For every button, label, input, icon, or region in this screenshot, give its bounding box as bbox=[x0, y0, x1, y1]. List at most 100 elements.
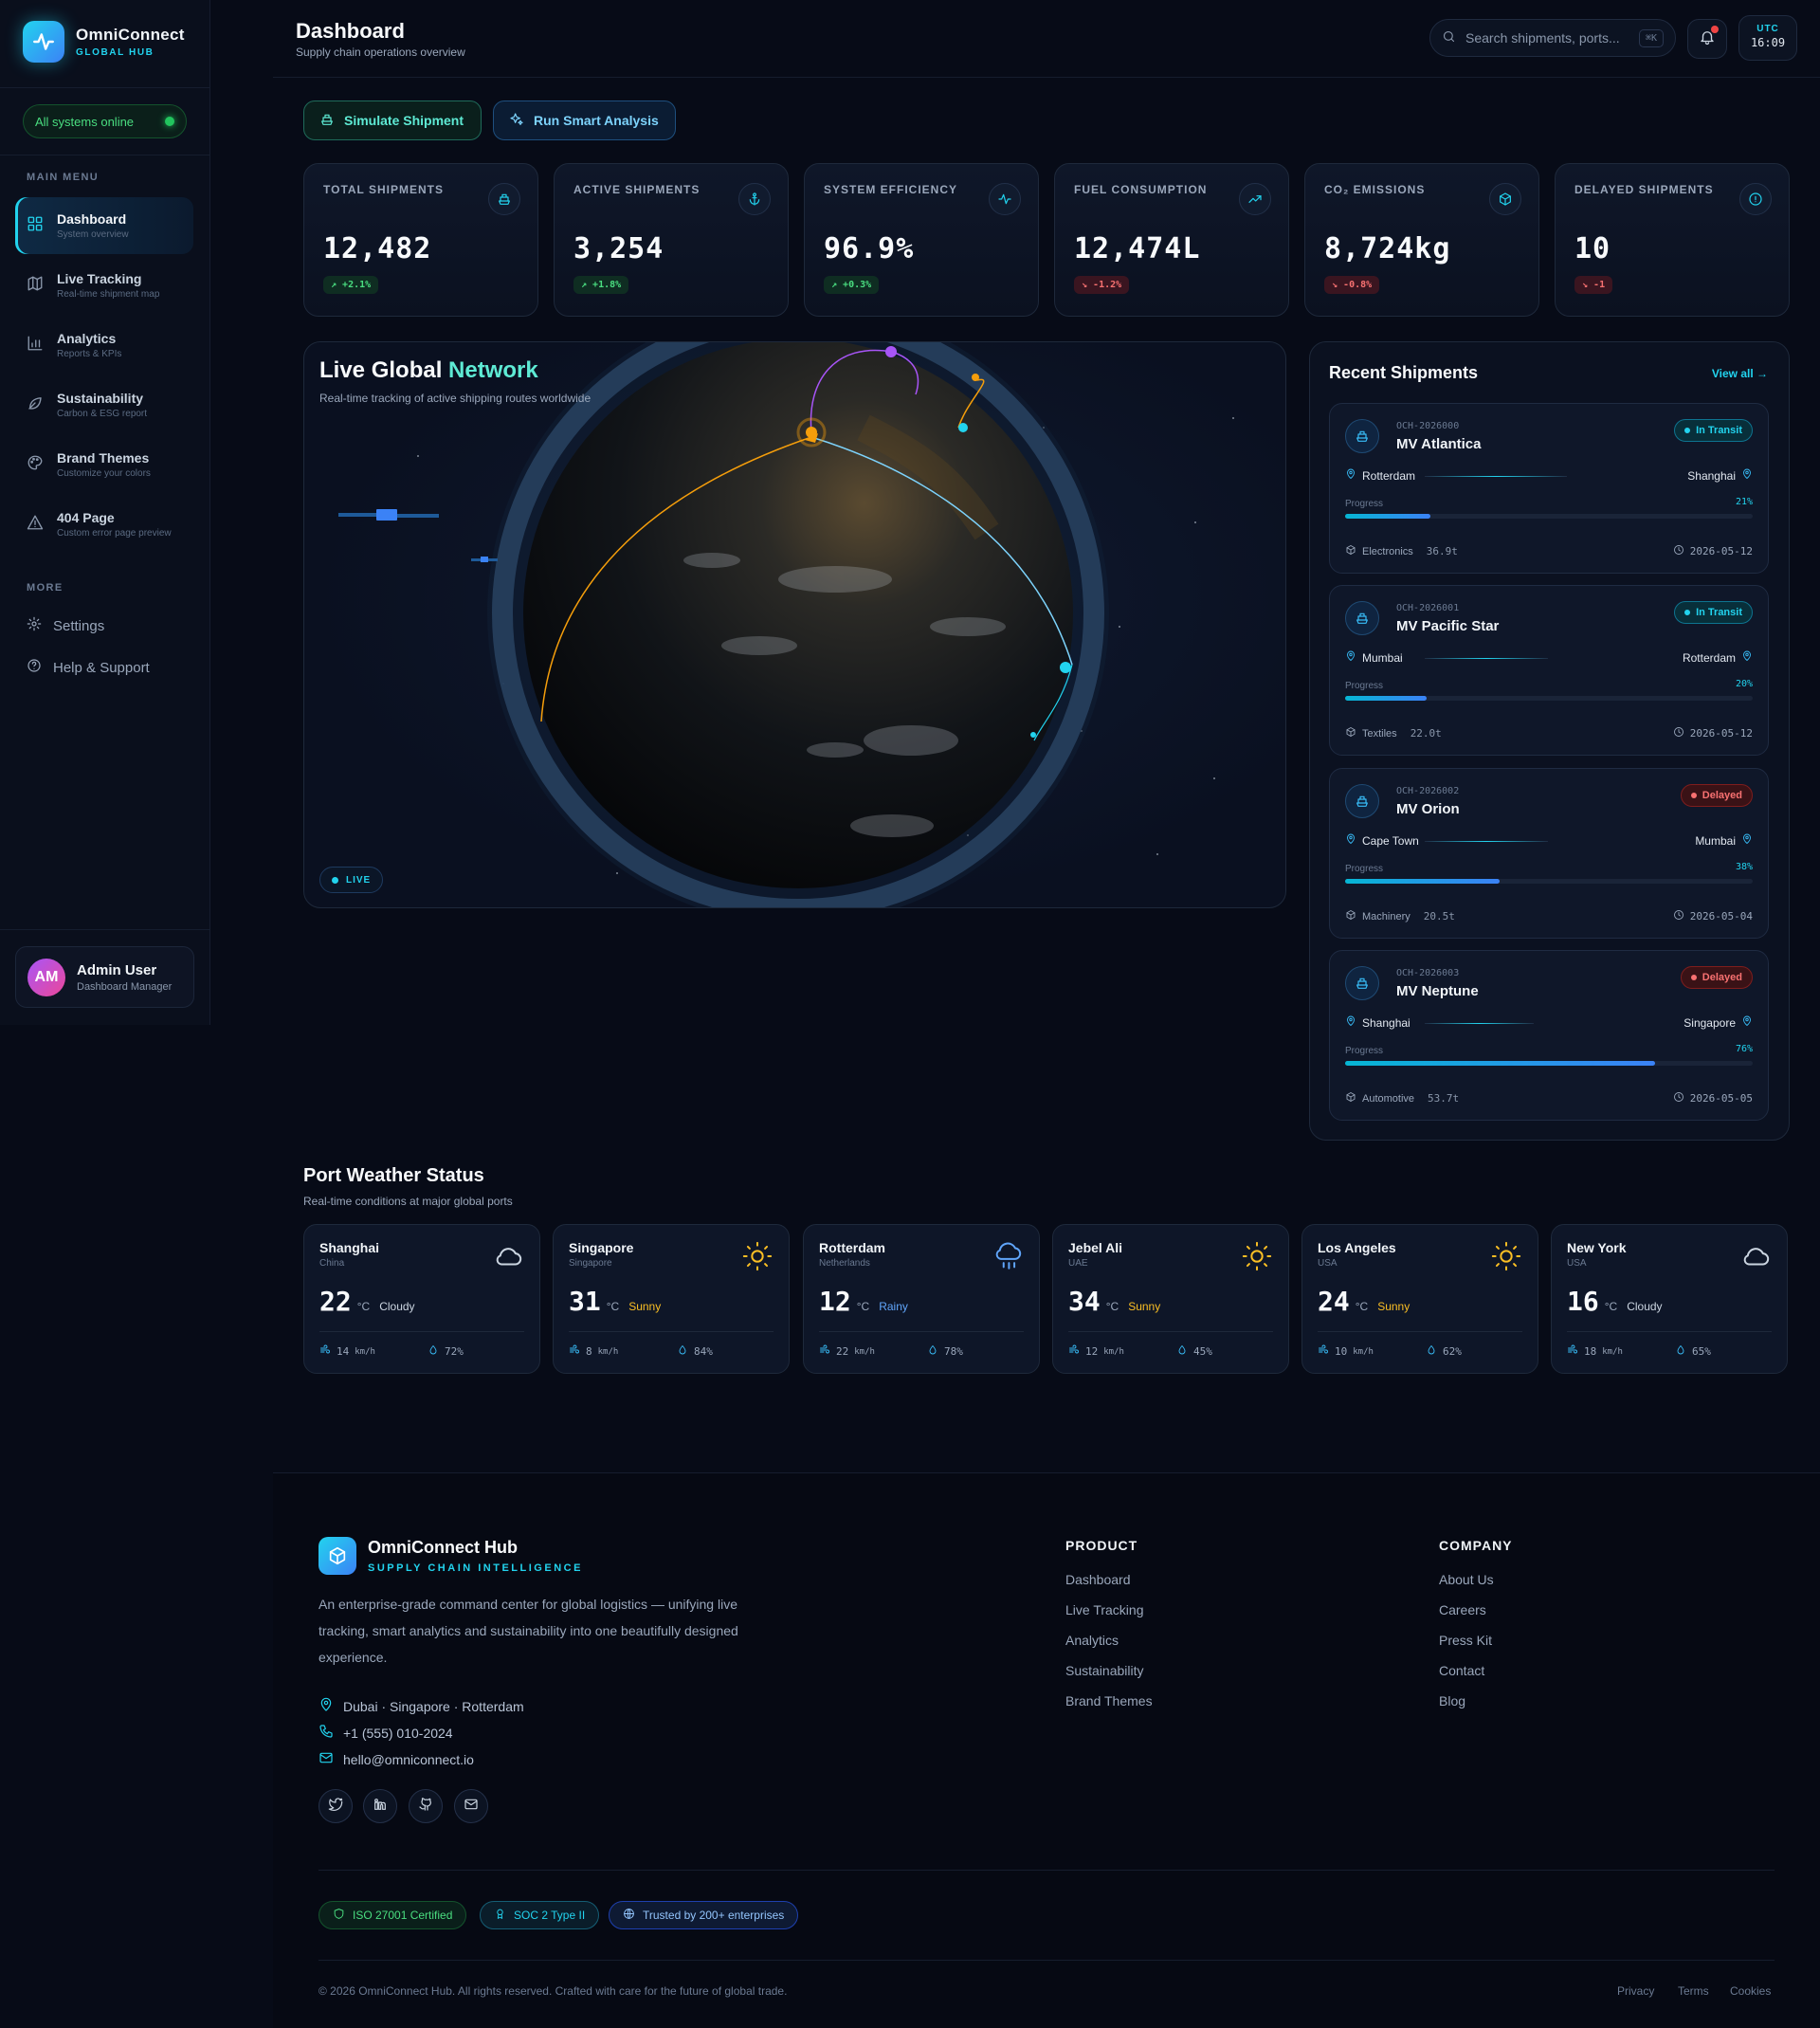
weather-card: Rotterdam Netherlands 12 °C Rainy 22 km/h 78% bbox=[803, 1224, 1040, 1374]
mail-button[interactable] bbox=[454, 1789, 488, 1823]
divider bbox=[0, 87, 209, 88]
sidebar-item-sustainability[interactable]: Sustainability Carbon & ESG report bbox=[15, 376, 193, 433]
progress-label: Progress bbox=[1345, 499, 1384, 509]
footer-email[interactable]: hello@omniconnect.io bbox=[318, 1750, 474, 1768]
sidebar-item-404-page[interactable]: 404 Page Custom error page preview bbox=[15, 496, 193, 553]
terms-link[interactable]: Terms bbox=[1678, 1984, 1709, 1998]
progress-fill bbox=[1345, 879, 1501, 884]
progress-value: 21% bbox=[1735, 497, 1753, 507]
temperature-value: 24 bbox=[1318, 1286, 1350, 1317]
twitter-button[interactable] bbox=[318, 1789, 353, 1823]
eta-info: 2026-05-05 bbox=[1673, 1091, 1753, 1105]
badge-text: SOC 2 Type II bbox=[514, 1909, 586, 1922]
map-pin-icon bbox=[1345, 468, 1356, 483]
live-dot bbox=[332, 876, 338, 884]
footer-company-link[interactable]: About Us bbox=[1439, 1572, 1494, 1587]
map-pin-icon bbox=[318, 1697, 334, 1715]
activity-icon bbox=[989, 183, 1021, 215]
weather-card: Jebel Ali UAE 34 °C Sunny 12 km/h 45% bbox=[1052, 1224, 1289, 1374]
footer-product-link[interactable]: Live Tracking bbox=[1065, 1602, 1143, 1617]
humidity: 65% bbox=[1675, 1344, 1711, 1359]
divider bbox=[0, 929, 209, 930]
footer-company-link[interactable]: Careers bbox=[1439, 1602, 1486, 1617]
cargo-info: Textiles 22.0t bbox=[1345, 726, 1442, 740]
panel-subtitle: Real-time tracking of active shipping ro… bbox=[319, 392, 592, 405]
destination-text: Singapore bbox=[1684, 1015, 1736, 1030]
soc2-badge: SOC 2 Type II bbox=[480, 1901, 600, 1929]
wind-value: 14 bbox=[337, 1345, 350, 1358]
kpi-delta-value: +1.8% bbox=[592, 280, 622, 290]
shipment-id: OCH-2026000 bbox=[1396, 421, 1460, 431]
shipment-card[interactable]: OCH-2026003 MV Neptune Delayed Shanghai Sing… bbox=[1329, 950, 1769, 1121]
map-pin-icon bbox=[1741, 1015, 1753, 1030]
progress-label: Progress bbox=[1345, 681, 1384, 691]
notifications-button[interactable] bbox=[1687, 19, 1727, 59]
footer-product-link[interactable]: Sustainability bbox=[1065, 1663, 1144, 1678]
kpi-delta: ↘ -0.8% bbox=[1324, 276, 1380, 294]
humidity-value: 84% bbox=[694, 1345, 713, 1358]
globe-visualization[interactable] bbox=[304, 342, 1286, 908]
main-menu-label: MAIN MENU bbox=[27, 172, 100, 183]
footer-product-link[interactable]: Brand Themes bbox=[1065, 1693, 1153, 1708]
footer-product-link[interactable]: Dashboard bbox=[1065, 1572, 1131, 1587]
progress-value: 20% bbox=[1735, 679, 1753, 689]
humidity: 78% bbox=[927, 1344, 963, 1359]
status-dot bbox=[1684, 610, 1691, 615]
footer-phone[interactable]: +1 (555) 010-2024 bbox=[318, 1724, 453, 1742]
simulate-shipment-button[interactable]: Simulate Shipment bbox=[303, 100, 482, 140]
cargo-type: Machinery bbox=[1362, 910, 1410, 923]
progress-value: 38% bbox=[1735, 862, 1753, 872]
brand[interactable]: OmniConnect GLOBAL HUB bbox=[23, 21, 185, 63]
destination-text: Mumbai bbox=[1695, 833, 1736, 848]
privacy-link[interactable]: Privacy bbox=[1617, 1984, 1654, 1998]
wind-value: 22 bbox=[836, 1345, 849, 1358]
sidebar-item-settings[interactable]: Settings bbox=[27, 616, 104, 635]
sidebar-item-live-tracking[interactable]: Live Tracking Real-time shipment map bbox=[15, 257, 193, 314]
status-badge: Delayed bbox=[1680, 784, 1753, 807]
brand-name: OmniConnect bbox=[76, 26, 185, 44]
shipment-id: OCH-2026002 bbox=[1396, 786, 1460, 796]
footer-company-link[interactable]: Press Kit bbox=[1439, 1633, 1492, 1648]
condition-text: Cloudy bbox=[379, 1300, 415, 1313]
divider bbox=[1318, 1331, 1522, 1332]
user-profile[interactable]: AM Admin User Dashboard Manager bbox=[15, 946, 194, 1008]
shipment-name: MV Neptune bbox=[1396, 983, 1479, 999]
droplet-icon bbox=[927, 1344, 938, 1359]
shipment-card[interactable]: OCH-2026002 MV Orion Delayed Cape Town Mumba… bbox=[1329, 768, 1769, 939]
divider bbox=[569, 1331, 774, 1332]
divider bbox=[318, 1960, 1774, 1961]
cookies-link[interactable]: Cookies bbox=[1730, 1984, 1771, 1998]
ship-icon bbox=[1345, 601, 1379, 635]
github-button[interactable] bbox=[409, 1789, 443, 1823]
footer-company-link[interactable]: Contact bbox=[1439, 1663, 1484, 1678]
footer-product-link[interactable]: Analytics bbox=[1065, 1633, 1119, 1648]
humidity-value: 65% bbox=[1692, 1345, 1711, 1358]
temperature-unit: °C bbox=[356, 1300, 371, 1313]
humidity: 62% bbox=[1426, 1344, 1462, 1359]
kpi-card-fuel-consumption: FUEL CONSUMPTION 12,474L ↘ -1.2% bbox=[1054, 163, 1289, 317]
palette-icon bbox=[27, 454, 44, 476]
weather-card: New York USA 16 °C Cloudy 18 km/h 65% bbox=[1551, 1224, 1788, 1374]
kpi-delta: ↗ +2.1% bbox=[323, 276, 379, 294]
eta-date: 2026-05-12 bbox=[1689, 727, 1753, 740]
sidebar-item-help[interactable]: Help & Support bbox=[27, 658, 150, 677]
sidebar-item-brand-themes[interactable]: Brand Themes Customize your colors bbox=[15, 436, 193, 493]
run-smart-analysis-button[interactable]: Run Smart Analysis bbox=[493, 100, 676, 140]
eta-info: 2026-05-04 bbox=[1673, 909, 1753, 923]
temperature-value: 34 bbox=[1068, 1286, 1101, 1317]
map-icon bbox=[27, 275, 44, 297]
footer-company-link[interactable]: Blog bbox=[1439, 1693, 1465, 1708]
sidebar-item-analytics[interactable]: Analytics Reports & KPIs bbox=[15, 317, 193, 374]
bar-chart-icon bbox=[27, 335, 44, 356]
divider bbox=[318, 1870, 1774, 1871]
search-input[interactable]: Search shipments, ports... ⌘K bbox=[1429, 19, 1676, 57]
sidebar-item-sublabel: System overview bbox=[57, 229, 129, 240]
shipment-card[interactable]: OCH-2026001 MV Pacific Star In Transit Mumb… bbox=[1329, 585, 1769, 756]
button-label: Run Smart Analysis bbox=[534, 113, 659, 128]
origin-text: Shanghai bbox=[1362, 1015, 1410, 1030]
view-all-link[interactable]: View all → bbox=[1712, 367, 1768, 380]
shipment-card[interactable]: OCH-2026000 MV Atlantica In Transit Rotterd… bbox=[1329, 403, 1769, 574]
footer-tagline: SUPPLY CHAIN INTELLIGENCE bbox=[368, 1562, 583, 1574]
sidebar-item-dashboard[interactable]: Dashboard System overview bbox=[15, 197, 193, 254]
linkedin-button[interactable] bbox=[363, 1789, 397, 1823]
